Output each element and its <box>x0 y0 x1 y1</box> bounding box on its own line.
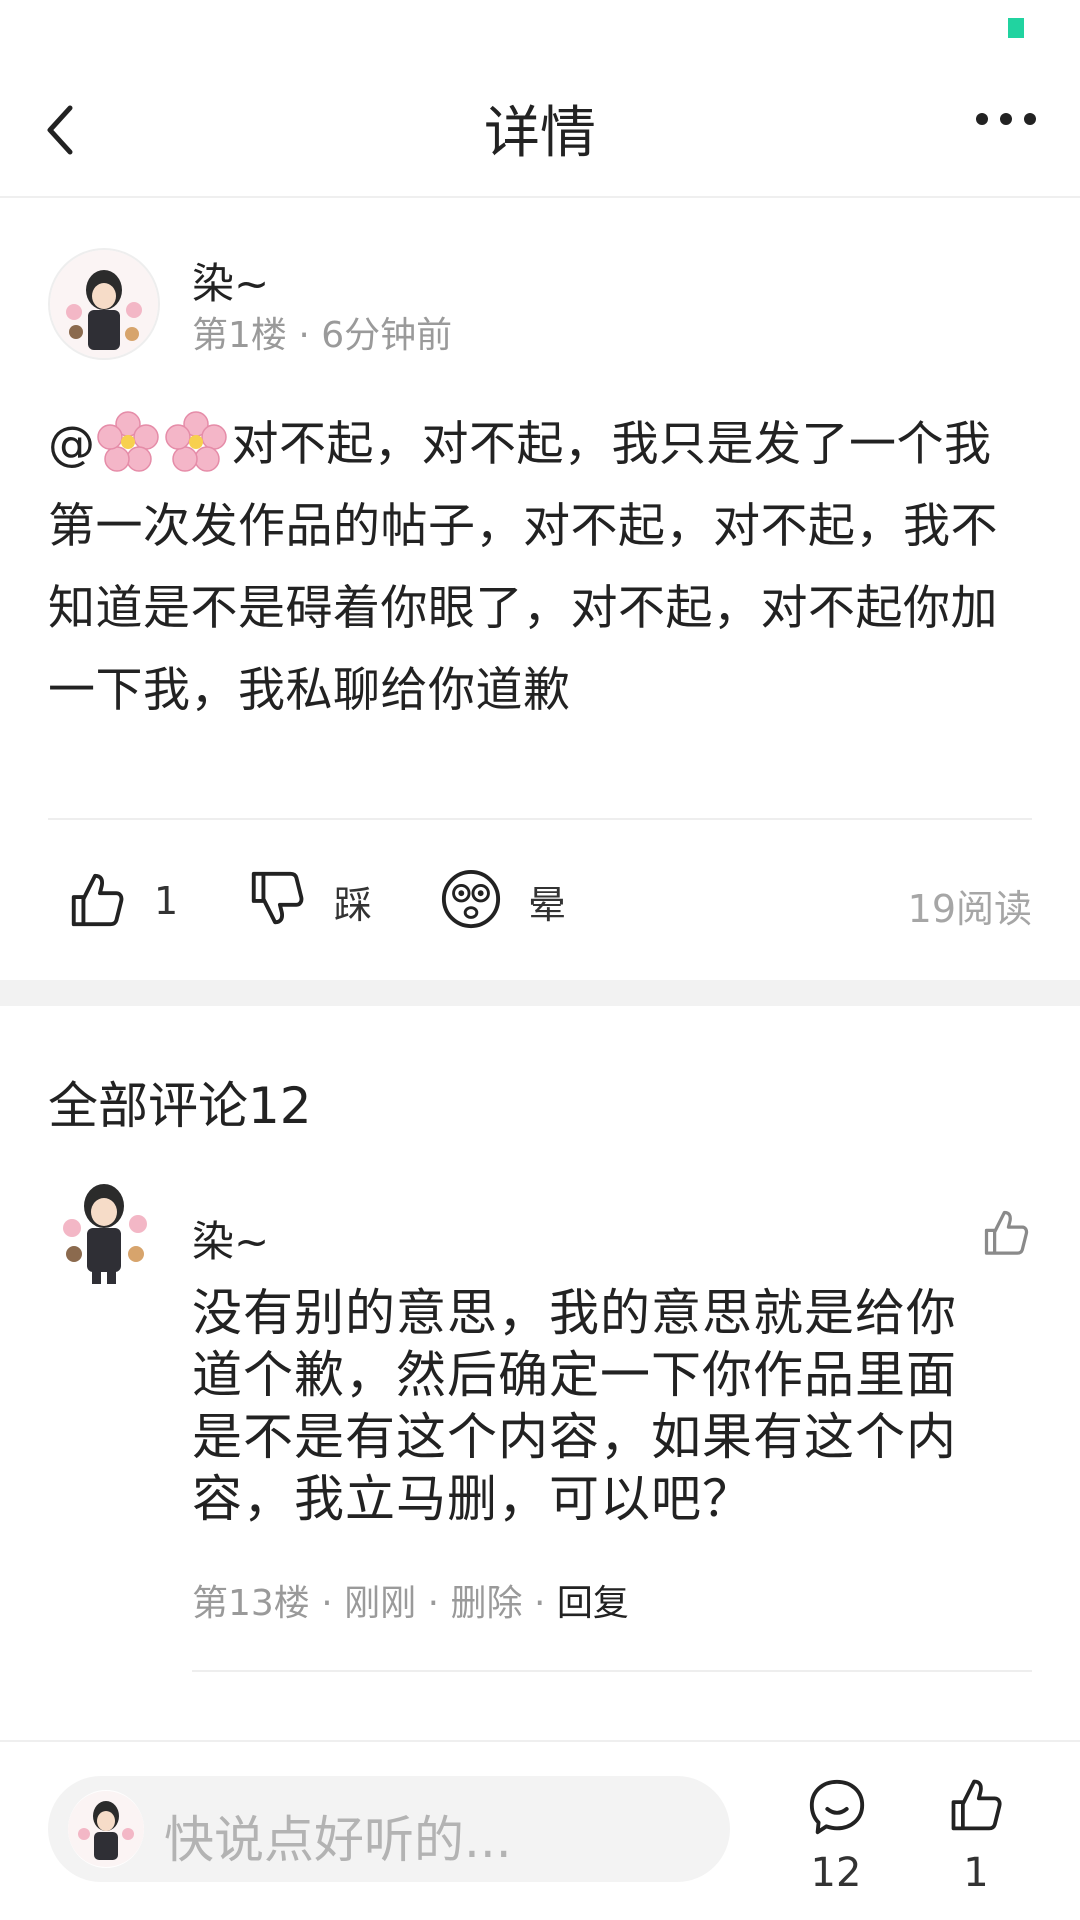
section-gap <box>0 980 1080 1006</box>
post-dizzy-label: 晕 <box>528 882 567 927</box>
post-dizzy-button[interactable]: 晕 <box>440 868 566 934</box>
post-like-button[interactable]: 1 <box>66 868 178 934</box>
post-meta: 第1楼 · 6分钟前 <box>192 315 453 356</box>
chat-bubble-icon[interactable] <box>806 1776 868 1838</box>
mention-prefix: @ <box>48 417 96 472</box>
comment-floor: 第13楼 <box>192 1583 310 1624</box>
post-divider <box>48 818 1032 820</box>
dizzy-face-icon <box>440 868 502 934</box>
post-like-count: 1 <box>154 879 179 923</box>
cherry-blossom-emoji <box>96 410 160 474</box>
comments-title: 全部评论12 <box>48 1077 312 1135</box>
comment-input-placeholder: 快说点好听的... <box>164 1811 512 1869</box>
comment-time: 刚刚 <box>344 1583 417 1624</box>
thumbs-down-icon <box>246 868 308 934</box>
comment-input[interactable]: 快说点好听的... <box>48 1776 730 1882</box>
header-divider <box>0 196 1080 198</box>
thumbs-up-icon <box>66 868 128 934</box>
meta-separator: · <box>427 1583 440 1624</box>
bottom-like-count: 1 <box>963 1850 989 1896</box>
comment-body: 没有别的意思，我的意思就是给你道个歉，然后确定一下你作品里面是不是有这个内容，如… <box>192 1284 957 1528</box>
post-author-name[interactable]: 染~ <box>192 250 269 311</box>
comment-delete-button[interactable]: 删除 <box>451 1583 523 1624</box>
comment-author-name[interactable]: 染~ <box>192 1208 269 1269</box>
thumbs-up-icon[interactable] <box>946 1774 1006 1834</box>
comment-meta: 第13楼 · 刚刚 · 删除 · 回复 <box>192 1574 629 1626</box>
bottom-comment-count: 12 <box>810 1850 862 1896</box>
meta-separator: · <box>321 1583 333 1624</box>
bottom-bar-divider <box>0 1740 1080 1742</box>
post-dislike-label: 踩 <box>334 882 373 927</box>
cherry-blossom-emoji <box>164 410 228 474</box>
chevron-left-icon[interactable] <box>40 100 86 160</box>
post-author-avatar[interactable] <box>48 248 160 360</box>
current-user-avatar <box>68 1790 144 1868</box>
page-title: 详情 <box>484 101 596 166</box>
top-header: 详情 <box>0 62 1080 196</box>
post-body: @ 对不起，对不起，我只是发了一个我第一次发作品的帖子，对不起，对不起，我不知道… <box>48 404 1038 732</box>
more-horizontal-icon[interactable] <box>974 110 1038 128</box>
meta-separator: · <box>534 1583 546 1624</box>
post-dislike-button[interactable]: 踩 <box>246 868 372 934</box>
status-indicator <box>1008 18 1024 38</box>
comment-reply-button[interactable]: 回复 <box>557 1583 629 1624</box>
read-count: 19阅读 <box>907 887 1032 931</box>
comment-divider <box>192 1670 1032 1672</box>
thumbs-up-icon[interactable] <box>980 1206 1032 1258</box>
comment-author-avatar[interactable] <box>54 1178 154 1286</box>
